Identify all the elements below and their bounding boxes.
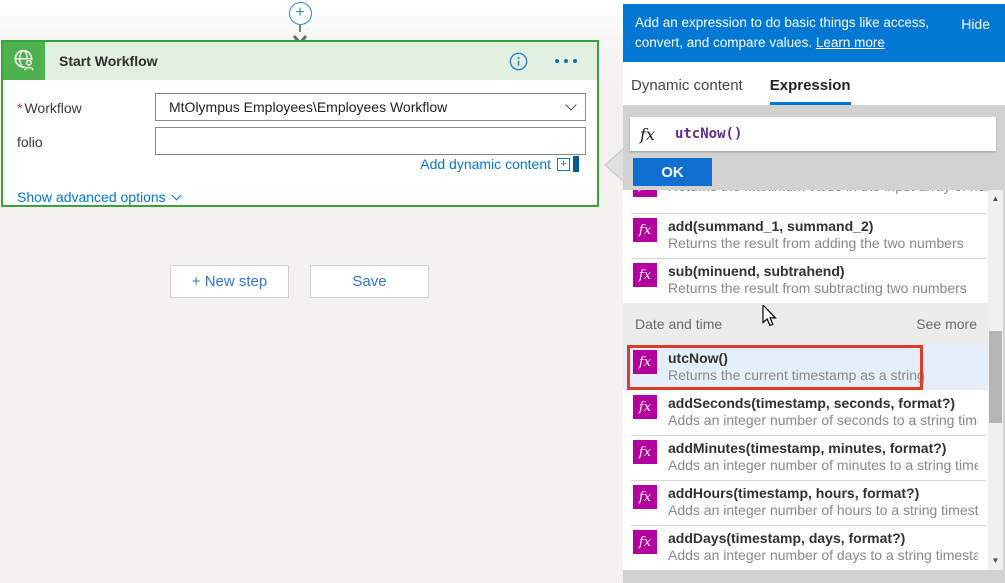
function-row-sub[interactable]: fx sub(minuend, subtrahend) Returns the …: [623, 258, 988, 303]
fx-icon: fx: [633, 395, 657, 419]
fx-icon: fx: [633, 263, 657, 287]
workflow-connector-icon: [3, 42, 45, 80]
workflow-dropdown-value: MtOlympus Employees\Employees Workflow: [169, 99, 448, 115]
ok-button[interactable]: OK: [633, 158, 712, 186]
section-label: Date and time: [635, 316, 723, 332]
flyout-beak: [604, 147, 624, 183]
tab-dynamic-content[interactable]: Dynamic content: [631, 77, 743, 105]
function-row-add[interactable]: fx add(summand_1, summand_2) Returns the…: [623, 213, 988, 258]
card-title: Start Workflow: [59, 53, 158, 69]
see-more-link[interactable]: See more: [916, 316, 977, 332]
add-dynamic-content-link[interactable]: Add dynamic content +: [420, 156, 579, 172]
info-icon[interactable]: [509, 52, 528, 71]
function-name: utcNow(): [668, 350, 728, 366]
function-list: fx Returns the maximum value in the inpu…: [623, 190, 988, 570]
hide-button[interactable]: Hide: [961, 14, 990, 34]
folio-field-label: folio: [17, 134, 43, 150]
banner-text-line2: convert, and compare values.: [635, 35, 813, 50]
section-header-date-and-time: Date and time See more: [623, 303, 988, 345]
function-row-max[interactable]: fx Returns the maximum value in the inpu…: [623, 190, 988, 213]
required-marker: *: [17, 100, 23, 116]
function-name: addSeconds(timestamp, seconds, format?): [668, 395, 956, 411]
chevron-down-icon: [171, 190, 182, 201]
dynamic-content-plus-icon: +: [557, 157, 570, 171]
card-header[interactable]: Start Workflow: [3, 42, 597, 80]
function-row-addminutes[interactable]: fx addMinutes(timestamp, minutes, format…: [623, 435, 988, 480]
fx-icon: fx: [640, 124, 655, 144]
fx-icon: fx: [633, 485, 657, 509]
chevron-down-icon: [565, 99, 577, 111]
show-advanced-label: Show advanced options: [17, 189, 166, 205]
scroll-up-icon[interactable]: ▲: [988, 192, 1003, 206]
fx-icon: fx: [633, 218, 657, 242]
function-description: Returns the result from subtracting two …: [668, 280, 967, 296]
function-name: addDays(timestamp, days, format?): [668, 530, 906, 546]
function-description: Adds an integer number of seconds to a s…: [668, 412, 978, 428]
workflow-dropdown[interactable]: MtOlympus Employees\Employees Workflow: [155, 93, 586, 121]
new-step-button[interactable]: + New step: [170, 265, 289, 298]
dynamic-content-flyout-icon: [573, 156, 579, 172]
function-name: addMinutes(timestamp, minutes, format?): [668, 440, 947, 456]
function-name: add(summand_1, summand_2): [668, 218, 874, 234]
tab-expression[interactable]: Expression: [769, 77, 851, 105]
save-button[interactable]: Save: [310, 265, 429, 298]
fx-icon: fx: [633, 190, 657, 197]
show-advanced-options-link[interactable]: Show advanced options: [17, 189, 182, 205]
function-description: Adds an integer number of hours to a str…: [668, 502, 978, 518]
function-name: sub(minuend, subtrahend): [668, 263, 845, 279]
panel-tabbar: Dynamic content Expression: [623, 62, 1005, 105]
function-description: Adds an integer number of days to a stri…: [668, 547, 978, 563]
ellipsis-menu-icon[interactable]: [555, 59, 577, 63]
function-row-addseconds[interactable]: fx addSeconds(timestamp, seconds, format…: [623, 390, 988, 435]
function-description: Returns the result from adding the two n…: [668, 235, 964, 251]
expression-input-container: fx: [630, 117, 996, 151]
scroll-down-icon[interactable]: ▼: [988, 554, 1003, 568]
function-row-adddays[interactable]: fx addDays(timestamp, days, format?) Add…: [623, 525, 988, 570]
expression-help-banner: Add an expression to do basic things lik…: [623, 4, 1005, 62]
expression-panel: Add an expression to do basic things lik…: [604, 0, 1005, 583]
function-description: Returns the current timestamp as a strin…: [668, 367, 925, 383]
function-name: addHours(timestamp, hours, format?): [668, 485, 920, 501]
workflow-field-label: * Workflow: [17, 100, 82, 116]
connector-line: [299, 25, 301, 32]
scrollbar[interactable]: ▲ ▼: [988, 190, 1003, 570]
function-description: Returns the maximum value in the input a…: [668, 190, 988, 213]
function-description: Adds an integer number of minutes to a s…: [668, 457, 978, 473]
function-row-addhours[interactable]: fx addHours(timestamp, hours, format?) A…: [623, 480, 988, 525]
expression-input[interactable]: [674, 126, 986, 142]
fx-icon: fx: [633, 530, 657, 554]
folio-input[interactable]: [155, 127, 586, 155]
fx-icon: fx: [633, 440, 657, 464]
function-row-utcnow[interactable]: fx utcNow() Returns the current timestam…: [623, 345, 988, 390]
banner-text-line1: Add an expression to do basic things lik…: [635, 15, 930, 30]
scrollbar-thumb[interactable]: [989, 331, 1002, 423]
start-workflow-card: Start Workflow * Workflow MtOlympus Emplo…: [1, 40, 599, 207]
add-dynamic-content-label: Add dynamic content: [420, 156, 551, 172]
fx-icon: fx: [633, 350, 657, 374]
insert-step-plus-icon[interactable]: +: [288, 2, 312, 25]
learn-more-link[interactable]: Learn more: [816, 35, 885, 50]
